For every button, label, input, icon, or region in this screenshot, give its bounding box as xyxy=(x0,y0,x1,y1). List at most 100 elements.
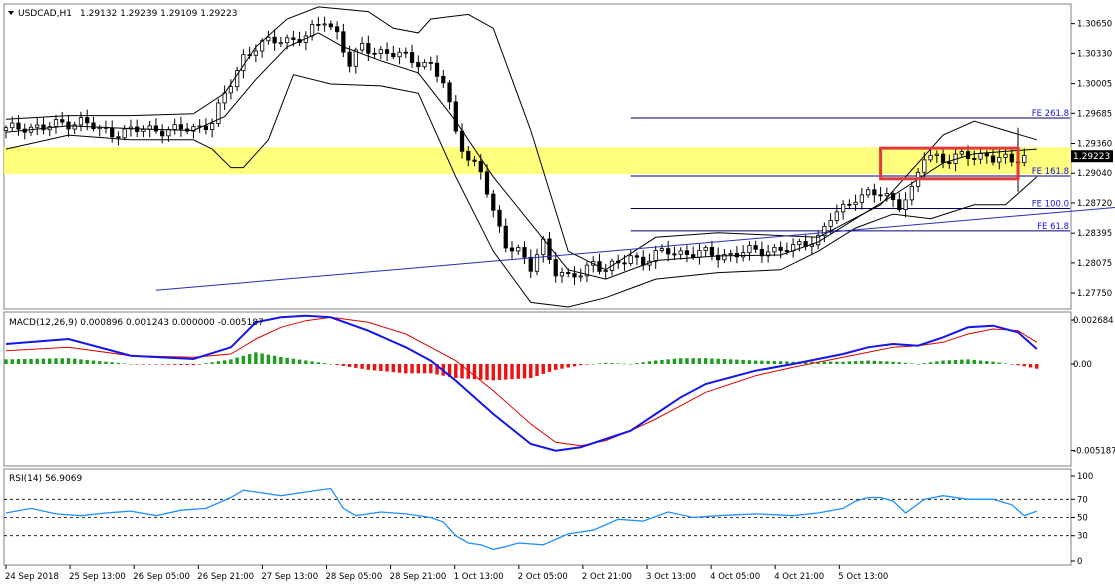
bull-candle xyxy=(541,238,546,256)
histogram-bar-positive xyxy=(129,364,133,365)
histogram-bar-positive xyxy=(735,359,739,364)
histogram-bar-positive xyxy=(610,363,614,364)
histogram-bar-positive xyxy=(104,361,108,364)
histogram-bar-positive xyxy=(772,361,777,364)
histogram-bar-positive xyxy=(603,362,608,364)
histogram-bar-positive xyxy=(35,358,39,364)
bear-candle xyxy=(503,225,508,249)
bear-candle xyxy=(366,43,371,54)
histogram-bar-positive xyxy=(691,358,695,364)
histogram-bar-negative xyxy=(385,364,389,372)
bear-candle xyxy=(778,246,783,251)
histogram-bar-negative xyxy=(347,364,352,367)
bull-candle xyxy=(834,211,839,221)
histogram-bar-negative xyxy=(147,364,152,365)
bull-candle xyxy=(922,159,927,173)
bear-candle xyxy=(634,255,640,258)
bull-candle xyxy=(35,124,40,128)
bull-candle xyxy=(141,129,146,132)
histogram-bar-positive xyxy=(79,359,83,364)
rsi-tick-label: 70 xyxy=(1077,495,1088,505)
histogram-bar-negative xyxy=(154,364,158,365)
histogram-bar-positive xyxy=(728,359,733,364)
bear-candle xyxy=(522,247,527,258)
histogram-bar-positive xyxy=(828,361,833,364)
bull-candle xyxy=(928,155,933,161)
macd-tick-label: 0.002684 xyxy=(1073,316,1114,326)
time-tick-label: 25 Sep 13:00 xyxy=(69,572,126,582)
histogram-bar-positive xyxy=(878,361,883,364)
bear-candle xyxy=(622,262,627,265)
histogram-bar-positive xyxy=(710,358,714,364)
histogram-bar-positive xyxy=(272,355,277,364)
histogram-bar-negative xyxy=(1016,364,1020,366)
bull-candle xyxy=(865,189,871,196)
bear-candle xyxy=(434,62,440,77)
time-tick-label: 28 Sep 05:00 xyxy=(326,572,383,582)
fib-label: FE 261.8 xyxy=(1032,109,1069,119)
bear-candle xyxy=(553,259,558,277)
histogram-bar-negative xyxy=(397,364,402,373)
bull-candle xyxy=(859,194,864,203)
bear-candle xyxy=(41,124,46,131)
bear-candle xyxy=(672,253,677,256)
time-tick-label: 3 Oct 13:00 xyxy=(646,572,696,582)
bear-candle xyxy=(384,49,390,54)
histogram-bar-negative xyxy=(179,364,183,365)
histogram-bar-positive xyxy=(910,363,914,364)
histogram-bar-negative xyxy=(366,364,371,370)
bear-candle xyxy=(110,127,115,138)
histogram-bar-positive xyxy=(697,358,702,364)
price-tick-label: 1.30330 xyxy=(1077,49,1112,59)
histogram-bar-positive xyxy=(222,360,227,364)
histogram-bar-negative xyxy=(522,364,527,379)
histogram-bar-positive xyxy=(647,361,652,364)
bull-candle xyxy=(909,185,914,201)
histogram-bar-negative xyxy=(422,364,427,374)
histogram-bar-positive xyxy=(897,362,902,364)
histogram-bar-positive xyxy=(716,358,720,364)
histogram-bar-negative xyxy=(185,364,189,366)
histogram-bar-negative xyxy=(485,364,489,380)
histogram-bar-negative xyxy=(491,364,495,381)
bear-candle xyxy=(666,248,671,255)
histogram-bar-positive xyxy=(741,359,745,364)
histogram-bar-positive xyxy=(753,360,758,364)
bull-candle xyxy=(903,199,908,211)
fib-label: FE 100.0 xyxy=(1032,200,1069,210)
macd-panel[interactable]: 0.002684 0.00 -0.005187 MACD(12,26,9) 0.00… xyxy=(3,311,1115,467)
histogram-bar-negative xyxy=(554,364,558,370)
bull-candle xyxy=(309,24,315,37)
price-panel[interactable]: FE 261.8 FE 161.8 FE 100.0 FE 61.8 1.30650 1… xyxy=(3,3,1115,310)
bear-candle xyxy=(528,256,533,272)
histogram-bar-negative xyxy=(541,364,545,374)
bull-candle xyxy=(397,51,402,58)
bull-candle xyxy=(322,23,327,26)
bull-candle xyxy=(678,250,683,255)
histogram-bar-positive xyxy=(316,362,321,364)
bull-candle xyxy=(728,252,733,255)
histogram-bar-positive xyxy=(903,362,908,364)
histogram-bar-negative xyxy=(1035,364,1039,369)
histogram-bar-positive xyxy=(685,358,689,364)
bear-candle xyxy=(940,153,946,163)
bear-candle xyxy=(709,247,715,256)
histogram-bar-negative xyxy=(410,364,414,374)
price-tick-label: 1.30005 xyxy=(1077,80,1112,90)
histogram-bar-positive xyxy=(122,363,127,364)
histogram-bar-positive xyxy=(591,364,595,365)
histogram-bar-negative xyxy=(572,364,577,367)
histogram-bar-positive xyxy=(85,359,89,364)
bear-candle xyxy=(91,122,96,130)
price-tick-label: 1.30650 xyxy=(1077,20,1112,30)
bear-candle xyxy=(16,122,21,130)
bear-candle xyxy=(947,161,952,164)
bear-candle xyxy=(1009,153,1014,163)
histogram-bar-positive xyxy=(835,361,839,364)
rsi-panel[interactable]: 100 0 70 50 30 RSI(14) 56.9069 xyxy=(3,468,1093,567)
bear-candle xyxy=(972,158,977,160)
time-tick-label: 24 Sep 2018 xyxy=(5,572,59,582)
histogram-bar-positive xyxy=(60,358,64,364)
histogram-bar-positive xyxy=(48,358,52,364)
time-tick-label: 2 Oct 21:00 xyxy=(582,572,632,582)
